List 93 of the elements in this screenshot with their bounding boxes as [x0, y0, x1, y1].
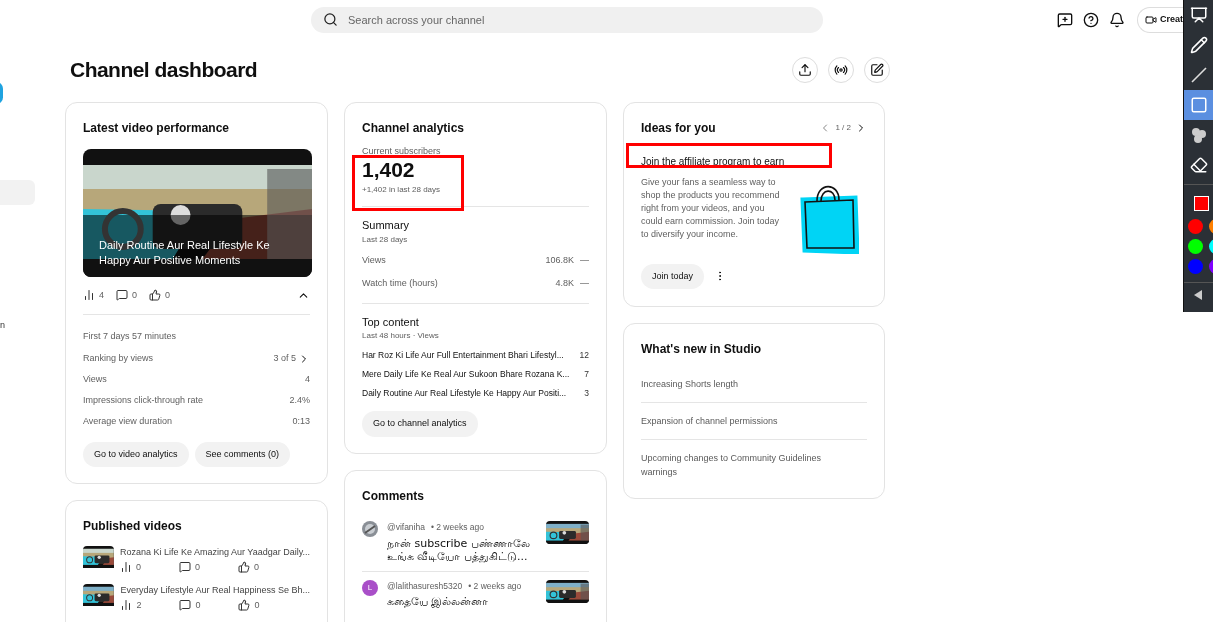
- action-button[interactable]: See comments (0): [194, 441, 291, 467]
- line-icon: [1190, 66, 1208, 84]
- content-title[interactable]: Daily Routine Aur Real Lifestyle Ke Happy Aur Positi...: [362, 386, 567, 400]
- search-field[interactable]: Search across your channel: [311, 7, 823, 33]
- metric-value: 4: [305, 372, 310, 386]
- content-title[interactable]: Mere Daily Life Ke Real Aur Sukoon Bhare Rozana K...: [362, 367, 570, 381]
- metric-label: Views: [83, 372, 107, 386]
- avatar: L: [362, 579, 378, 596]
- current-color[interactable]: [1194, 196, 1209, 211]
- news-link[interactable]: Upcoming changes to Community Guidelines warnings: [641, 451, 841, 479]
- views-count: 2: [136, 598, 142, 612]
- subscribers-label: Current subscribers: [362, 144, 442, 158]
- metric-label: Ranking by views: [83, 351, 154, 365]
- video-camera-icon: [1145, 14, 1157, 26]
- comment-time: • 2 weeks ago: [468, 579, 522, 593]
- comment-author[interactable]: @vifaniha: [387, 520, 425, 534]
- likes-count: 0: [165, 288, 171, 302]
- rectangle-icon: [1190, 96, 1208, 114]
- bar-chart-icon: [120, 599, 133, 612]
- comments-count: 0: [194, 560, 200, 574]
- trend-indicator: —: [580, 253, 589, 267]
- card-title: Comments: [362, 487, 425, 505]
- metric-value: 2.4%: [289, 393, 310, 407]
- views-count: 4: [99, 288, 104, 302]
- card-title: Ideas for you: [641, 119, 716, 137]
- bar-chart-icon: [83, 289, 95, 302]
- pen-icon: [1190, 36, 1208, 54]
- content-views: 12: [579, 349, 589, 362]
- color-swatch[interactable]: [1188, 239, 1203, 254]
- content-title[interactable]: Har Roz Ki Life Aur Full Entertainment Bhari Lifestyl...: [362, 349, 564, 362]
- metric-label: Views: [362, 253, 386, 267]
- color-swatch[interactable]: [1188, 219, 1203, 234]
- views-count: 0: [135, 560, 141, 574]
- video-thumbnail[interactable]: Daily Routine Aur Real Lifestyle Ke Happy Aur Positive Moments: [83, 148, 312, 277]
- search-icon: [323, 12, 338, 27]
- news-link[interactable]: Increasing Shorts length: [641, 377, 841, 391]
- section-subtitle: Last 48 hours · Views: [362, 330, 440, 342]
- sidebar-label: n: [0, 319, 5, 332]
- feedback-icon[interactable]: [1057, 12, 1073, 28]
- notifications-icon[interactable]: [1109, 12, 1125, 28]
- metric-value: 3 of 5: [273, 351, 296, 365]
- comment-icon: [179, 599, 192, 612]
- section-title: Summary: [362, 218, 411, 233]
- card-title: Channel analytics: [362, 119, 466, 137]
- video-title[interactable]: Everyday Lifestyle Aur Real Happiness Se Bh...: [120, 584, 310, 598]
- card-title: Published videos: [83, 518, 183, 535]
- card-title: What's new in Studio: [641, 341, 763, 358]
- thumbs-up-icon: [238, 599, 251, 612]
- subscriber-count: 1,402: [362, 158, 416, 182]
- broadcast-icon: [834, 62, 848, 77]
- card-title: Latest video performance: [83, 119, 231, 137]
- idea-description: Give your fans a seamless way to shop the products you recommend right from your videos, and you could earn commission. Join today to diversify your income.: [641, 175, 781, 241]
- comment-text: கதையே இல்லன்னா: [387, 595, 490, 609]
- metric-value: 4.8K: [555, 277, 574, 290]
- comments-count: 0: [132, 288, 138, 302]
- board-icon: [1190, 6, 1208, 24]
- content-views: 7: [584, 367, 589, 381]
- content-views: 3: [584, 386, 589, 400]
- page-indicator: 1 / 2: [835, 121, 851, 134]
- comment-author[interactable]: @lalithasuresh5320: [387, 579, 463, 593]
- video-title[interactable]: Rozana Ki Life Ke Amazing Aur Yaadgar Daily...: [119, 546, 310, 560]
- color-swatch[interactable]: [1188, 259, 1203, 274]
- action-button[interactable]: Go to video analytics: [83, 441, 189, 467]
- upload-icon: [798, 62, 812, 77]
- join-button[interactable]: Join today: [641, 263, 705, 289]
- news-link[interactable]: Expansion of channel permissions: [641, 414, 841, 428]
- likes-count: 0: [254, 598, 260, 612]
- thumbs-up-icon: [149, 289, 162, 302]
- section-subtitle: Last 28 days: [362, 233, 409, 246]
- subscriber-change: +1,402 in last 28 days: [362, 184, 442, 196]
- metric-label: Watch time (hours): [362, 277, 438, 290]
- section-title: Top content: [362, 314, 420, 330]
- metric-value: 106.8K: [545, 253, 574, 267]
- likes-count: 0: [253, 560, 259, 574]
- metric-value: 0:13: [292, 414, 310, 428]
- action-button[interactable]: Go to channel analytics: [362, 411, 478, 437]
- edit-icon: [870, 62, 884, 77]
- trend-indicator: —: [580, 277, 589, 290]
- bar-chart-icon: [119, 561, 132, 574]
- collapse-triangle-icon[interactable]: [1194, 290, 1202, 300]
- metric-label: Impressions click-through rate: [83, 393, 204, 407]
- comment-text: நான் subscribe பண்ணாலே உங்க வீடியோ பத்துகிட்டு...: [387, 536, 531, 563]
- page-title: Channel dashboard: [70, 57, 258, 83]
- comment-time: • 2 weeks ago: [430, 520, 484, 534]
- metric-label: Average view duration: [83, 414, 172, 428]
- eraser-icon: [1190, 156, 1208, 174]
- video-title: Daily Routine Aur Real Lifestyle Ke Happy Aur Positive Moments: [99, 237, 271, 268]
- thumbs-up-icon: [237, 561, 250, 574]
- period-label: First 7 days 57 minutes: [83, 330, 178, 343]
- comments-count: 0: [195, 598, 201, 612]
- comment-icon: [116, 289, 128, 302]
- help-icon[interactable]: [1083, 12, 1099, 28]
- comment-icon: [178, 561, 191, 574]
